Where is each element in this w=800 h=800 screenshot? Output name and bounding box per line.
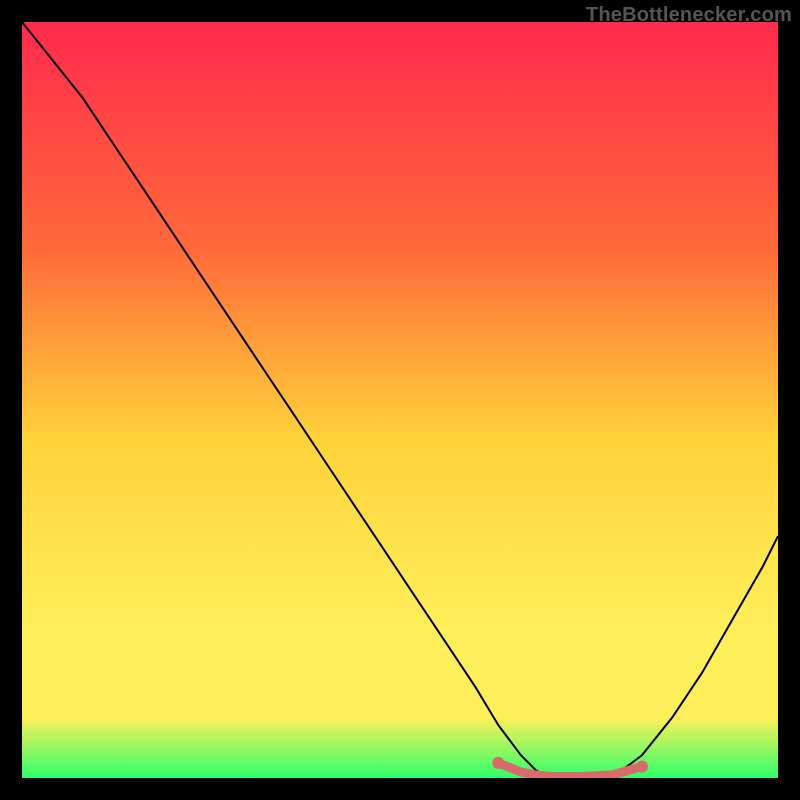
attribution-label: TheBottlenecker.com [586, 4, 792, 27]
chart-stage: TheBottlenecker.com [0, 0, 800, 800]
gradient-background [22, 22, 778, 778]
plot-frame [22, 22, 778, 778]
chart-svg [22, 22, 778, 778]
sweet-spot-start-dot [492, 757, 504, 769]
sweet-spot-end-dot [636, 761, 648, 773]
